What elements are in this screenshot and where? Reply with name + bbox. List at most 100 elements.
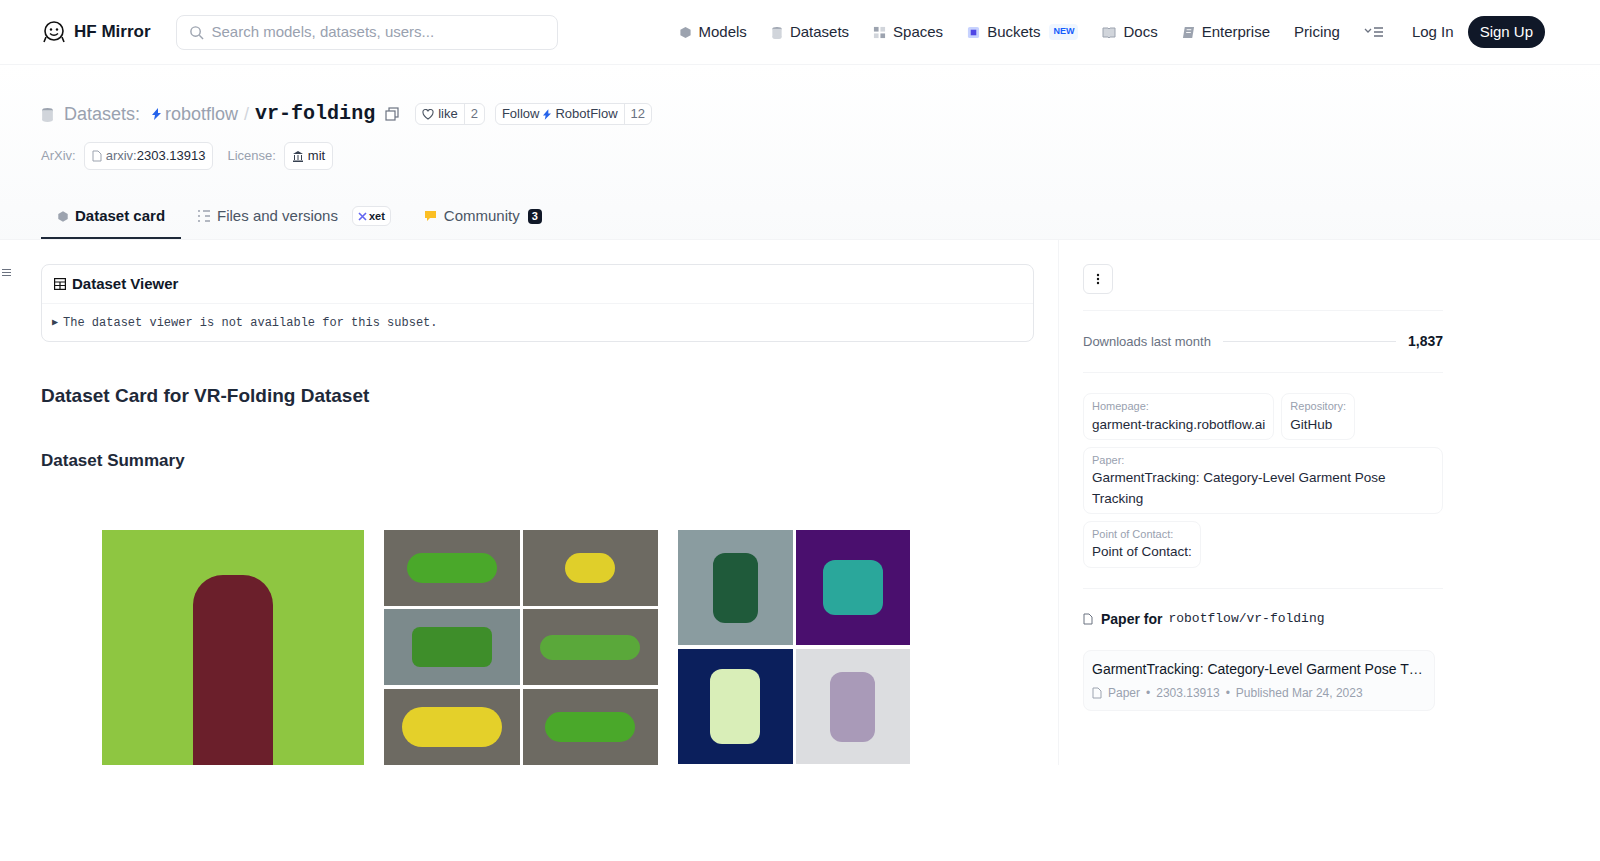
downloads-line <box>1223 341 1396 342</box>
nav-link[interactable]: BucketsNEW <box>967 21 1078 44</box>
xet-badge: xet <box>352 206 391 227</box>
nav-link[interactable]: Models <box>679 21 747 44</box>
site-name[interactable]: HF Mirror <box>74 19 151 45</box>
sidebar: Downloads last month1,837 Homepage:garmen… <box>1059 240 1443 765</box>
meta-value: arxiv:2303.13913 <box>106 146 206 166</box>
meta-dot: • <box>1146 684 1150 702</box>
paper-kind: Paper <box>1108 684 1140 702</box>
spaces-icon <box>873 26 886 39</box>
table-icon <box>54 278 66 290</box>
meta-label: License: <box>227 146 275 166</box>
search-box[interactable] <box>176 15 558 50</box>
owner-link[interactable]: robotflow <box>152 101 238 128</box>
nav-label: Models <box>699 21 747 44</box>
paper-repo: robotflow/vr-folding <box>1168 609 1324 629</box>
tab-label: Files and versions <box>217 205 338 228</box>
xet-icon <box>358 212 367 221</box>
pipeline-figure <box>102 530 1034 765</box>
login-link[interactable]: Log In <box>1412 21 1454 44</box>
toggle-glyph: ▶ <box>52 315 58 330</box>
recording-photo <box>102 530 364 765</box>
meta-dot: • <box>1226 684 1230 702</box>
nav-link[interactable]: Pricing <box>1294 21 1340 44</box>
downloads-label: Downloads last month <box>1083 332 1211 352</box>
link-chip[interactable]: Paper:GarmentTracking: Category-Level Ga… <box>1083 447 1443 514</box>
follow-wrap: Follow RobotFlow <box>496 104 624 124</box>
more-menu-icon <box>1364 26 1384 38</box>
chip-value: garment-tracking.robotflow.ai <box>1092 415 1265 435</box>
main-nav: Models Datasets Spaces BucketsNEW Docs Enterp… <box>679 21 1340 44</box>
xet-text: xet <box>369 208 385 225</box>
search-input[interactable] <box>212 21 545 44</box>
repo-type: Datasets: <box>64 101 140 128</box>
heart-icon <box>422 109 434 120</box>
license-icon <box>292 150 304 162</box>
org-icon <box>152 108 161 120</box>
paper-meta: Paper • 2303.13913 • Published Mar 24, 2023 <box>1092 684 1426 702</box>
viewer-message[interactable]: ▶The dataset viewer is not available for… <box>42 304 1033 341</box>
link-chip[interactable]: Point of Contact:Point of Contact: <box>1083 521 1201 568</box>
repo-tab[interactable]: Dataset card <box>41 195 181 239</box>
nav-label: Datasets <box>790 21 849 44</box>
viewer-header: Dataset Viewer <box>42 265 1033 304</box>
meta-text: mit <box>308 148 325 163</box>
datasets-icon <box>771 26 783 39</box>
follow-button[interactable]: Follow RobotFlow 12 <box>495 103 652 125</box>
card-icon <box>57 210 69 223</box>
downloads-row: Downloads last month1,837 <box>1083 311 1443 373</box>
follow-org: RobotFlow <box>555 104 617 124</box>
chip-value: Point of Contact: <box>1092 542 1192 562</box>
meta-prefix: arxiv: <box>106 148 137 163</box>
enterprise-icon <box>1182 26 1195 39</box>
chip-label: Repository: <box>1290 398 1346 415</box>
nav-link[interactable]: Docs <box>1102 21 1157 44</box>
buckets-icon <box>967 26 980 39</box>
paper-date: Published Mar 24, 2023 <box>1236 684 1363 702</box>
meta-item: License: mit <box>227 142 333 170</box>
like-button[interactable]: like2 <box>415 103 485 125</box>
like-label-wrap: like <box>416 104 464 124</box>
files-icon <box>197 210 211 222</box>
viewer-title: Dataset Viewer <box>72 273 178 296</box>
meta-chip[interactable]: mit <box>284 142 333 170</box>
paper-id: 2303.13913 <box>1156 684 1219 702</box>
flattening-steps <box>384 530 658 765</box>
nav-link[interactable]: Datasets <box>771 21 849 44</box>
nav-label: Pricing <box>1294 21 1340 44</box>
section-heading: Dataset Summary <box>41 448 1034 474</box>
chip-label: Point of Contact: <box>1092 526 1192 543</box>
meta-text: 2303.13913 <box>137 148 206 163</box>
card-title: Dataset Card for VR-Folding Dataset <box>41 382 1034 411</box>
paper-card[interactable]: GarmentTracking: Category-Level Garment … <box>1083 650 1435 711</box>
org-icon <box>543 109 551 120</box>
rerendered-data <box>678 530 910 765</box>
repo-name[interactable]: vr-folding <box>255 99 375 129</box>
tab-label: Community <box>444 205 520 228</box>
hf-logo-icon <box>42 20 66 44</box>
meta-chip[interactable]: arxiv:2303.13913 <box>84 142 214 170</box>
path-separator: / <box>244 101 249 128</box>
sidebar-actions <box>1083 264 1443 311</box>
like-label: like <box>438 104 458 124</box>
link-chip[interactable]: Homepage:garment-tracking.robotflow.ai <box>1083 393 1274 440</box>
sidebar-toggle-icon[interactable] <box>2 268 11 277</box>
count-badge: 3 <box>528 209 542 224</box>
paper-icon <box>1083 613 1093 625</box>
nav-link[interactable]: Enterprise <box>1182 21 1270 44</box>
nav-label: Enterprise <box>1202 21 1270 44</box>
link-chip[interactable]: Repository:GitHub <box>1281 393 1355 440</box>
nav-label: Buckets <box>987 21 1040 44</box>
follower-count: 12 <box>624 104 651 124</box>
chip-value: GarmentTracking: Category-Level Garment … <box>1092 468 1434 509</box>
nav-link[interactable]: Spaces <box>873 21 943 44</box>
follow-label: Follow <box>502 104 540 124</box>
search-icon <box>189 25 204 40</box>
paper-title: GarmentTracking: Category-Level Garment … <box>1092 659 1426 680</box>
copy-icon <box>385 107 399 121</box>
signup-button[interactable]: Sign Up <box>1468 16 1545 49</box>
community-icon <box>423 209 438 223</box>
options-button[interactable] <box>1083 264 1113 294</box>
top-bar: HF Mirror Models Datasets Spaces BucketsNEW… <box>0 0 1600 65</box>
repo-tab[interactable]: Community 3 <box>407 195 558 239</box>
repo-tab[interactable]: Files and versions xet <box>181 195 407 239</box>
